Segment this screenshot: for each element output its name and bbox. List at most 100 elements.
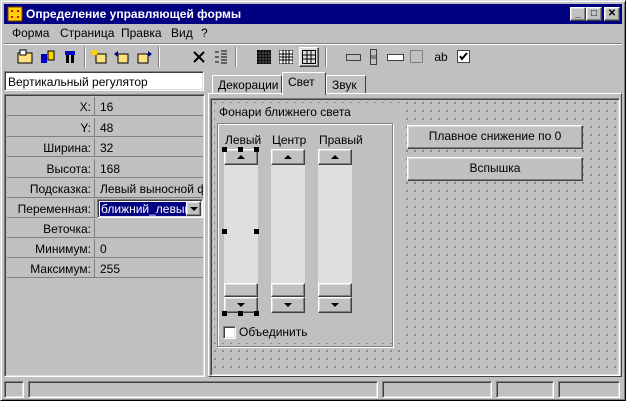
property-row[interactable]: Ширина: 32 xyxy=(7,138,203,157)
group-title: Фонари ближнего света xyxy=(217,105,353,119)
menu-help[interactable]: ? xyxy=(201,26,208,40)
property-value[interactable]: 32 xyxy=(98,138,203,157)
slider-down-button[interactable] xyxy=(271,297,305,313)
selection-handle[interactable] xyxy=(254,311,259,316)
grid-fine-icon[interactable] xyxy=(254,47,274,67)
arrow-up-icon xyxy=(284,155,292,159)
property-row[interactable]: Переменная: ближний_левый xyxy=(7,199,203,218)
slider-label-right: Правый xyxy=(319,133,363,147)
slider-thumb[interactable] xyxy=(271,283,305,297)
panel-control-icon[interactable] xyxy=(407,47,427,67)
property-label: Переменная: xyxy=(7,199,95,218)
maximize-icon: □ xyxy=(590,8,598,19)
variable-combobox[interactable]: ближний_левый xyxy=(97,199,203,218)
status-panel xyxy=(4,381,24,398)
menu-view[interactable]: Вид xyxy=(171,26,193,40)
arrow-up-icon xyxy=(331,155,339,159)
property-row[interactable]: Подсказка: Левый выносной фо xyxy=(7,179,203,198)
chevron-down-icon xyxy=(189,207,198,211)
property-row[interactable]: Минимум: 0 xyxy=(7,239,203,258)
combine-checkbox-label: Объединить xyxy=(239,325,310,339)
main-window: Определение управляющей формы _ □ ✕ Форм… xyxy=(0,0,626,401)
combine-checkbox[interactable] xyxy=(223,326,236,339)
combobox-dropdown-button[interactable] xyxy=(186,201,201,216)
object-name-field[interactable]: Вертикальный регулятор xyxy=(4,71,204,91)
slider-down-button[interactable] xyxy=(318,297,352,313)
list-order-icon[interactable] xyxy=(211,47,231,67)
maximize-button[interactable]: □ xyxy=(586,7,602,21)
property-value[interactable]: Левый выносной фо xyxy=(98,179,203,198)
slider-label-center: Центр xyxy=(272,133,307,147)
slider-up-button[interactable] xyxy=(271,149,305,165)
property-label: Максимум: xyxy=(7,259,95,278)
status-panel xyxy=(28,381,378,398)
menu-form[interactable]: Форма xyxy=(12,26,49,40)
form-tools-icon[interactable] xyxy=(38,47,58,67)
toolbar-separator xyxy=(235,47,237,67)
toolbar: ab xyxy=(4,43,622,69)
slider-thumb[interactable] xyxy=(318,283,352,297)
page-right-icon[interactable] xyxy=(134,47,154,67)
delete-icon[interactable] xyxy=(189,47,209,67)
tab-sound[interactable]: Звук xyxy=(326,75,366,94)
slider-right[interactable] xyxy=(318,149,352,313)
slider-center[interactable] xyxy=(271,149,305,313)
property-value[interactable]: 255 xyxy=(98,259,203,278)
selection-handle[interactable] xyxy=(254,147,259,152)
property-value[interactable] xyxy=(98,219,203,238)
property-label: Y: xyxy=(7,118,95,137)
minimize-button[interactable]: _ xyxy=(570,7,586,21)
grid-coarse-icon[interactable] xyxy=(299,47,319,67)
property-row[interactable]: Высота: 168 xyxy=(7,159,203,178)
property-value[interactable]: 0 xyxy=(98,239,203,258)
status-panel xyxy=(558,381,620,398)
slider-left[interactable] xyxy=(224,149,258,313)
property-row[interactable]: Y: 48 xyxy=(7,118,203,137)
selection-handle[interactable] xyxy=(254,229,259,234)
slider-up-button[interactable] xyxy=(318,149,352,165)
tab-light[interactable]: Свет xyxy=(282,72,326,95)
menu-bar: Форма Страница Правка Вид ? xyxy=(4,24,622,42)
menu-page[interactable]: Страница xyxy=(60,26,114,40)
fade-to-zero-button[interactable]: Плавное снижение по 0 xyxy=(407,125,583,149)
slider-thumb[interactable] xyxy=(224,283,258,297)
selection-handle[interactable] xyxy=(238,311,243,316)
close-button[interactable]: ✕ xyxy=(604,7,620,21)
minimize-icon: _ xyxy=(575,8,581,19)
property-label: Подсказка: xyxy=(7,179,95,198)
property-value[interactable]: 16 xyxy=(98,97,203,116)
property-row[interactable]: Веточка: xyxy=(7,219,203,238)
flash-button[interactable]: Вспышка xyxy=(407,157,583,181)
property-row[interactable]: Максимум: 255 xyxy=(7,259,203,278)
property-value[interactable]: 168 xyxy=(98,159,203,178)
slider-control-icon[interactable] xyxy=(364,47,384,67)
app-icon xyxy=(7,6,23,22)
selection-handle[interactable] xyxy=(222,229,227,234)
arrow-up-icon xyxy=(237,155,245,159)
property-row[interactable]: X: 16 xyxy=(7,97,203,116)
button-control-icon[interactable] xyxy=(344,47,364,67)
tab-decorations[interactable]: Декорации xyxy=(212,75,282,94)
title-bar[interactable]: Определение управляющей формы _ □ ✕ xyxy=(4,4,622,24)
window-title: Определение управляющей формы xyxy=(26,7,242,21)
text-control-label: ab xyxy=(434,50,448,64)
page-left-icon[interactable] xyxy=(112,47,132,67)
edit-control-icon[interactable] xyxy=(386,47,406,67)
combobox-value: ближний_левый xyxy=(100,202,186,216)
selection-handle[interactable] xyxy=(222,311,227,316)
property-label: Ширина: xyxy=(7,138,95,157)
grid-medium-icon[interactable] xyxy=(276,47,296,67)
properties-grid: X: 16 Y: 48 Ширина: 32 Высота: 168 Подсказка… xyxy=(4,94,205,377)
toolbar-separator xyxy=(158,47,160,67)
add-page-icon[interactable] xyxy=(90,47,110,67)
form-bar-icon[interactable] xyxy=(60,47,80,67)
checkbox-control-icon[interactable] xyxy=(454,47,474,67)
text-control-icon[interactable]: ab xyxy=(431,47,451,67)
new-form-icon[interactable] xyxy=(16,47,36,67)
selection-handle[interactable] xyxy=(238,147,243,152)
selection-handle[interactable] xyxy=(222,147,227,152)
tab-control: Декорации Свет Звук Фонари ближнего свет… xyxy=(208,71,622,377)
property-value[interactable]: 48 xyxy=(98,118,203,137)
menu-edit[interactable]: Правка xyxy=(121,26,162,40)
form-canvas[interactable]: Фонари ближнего света Левый Центр Правый xyxy=(210,98,620,376)
